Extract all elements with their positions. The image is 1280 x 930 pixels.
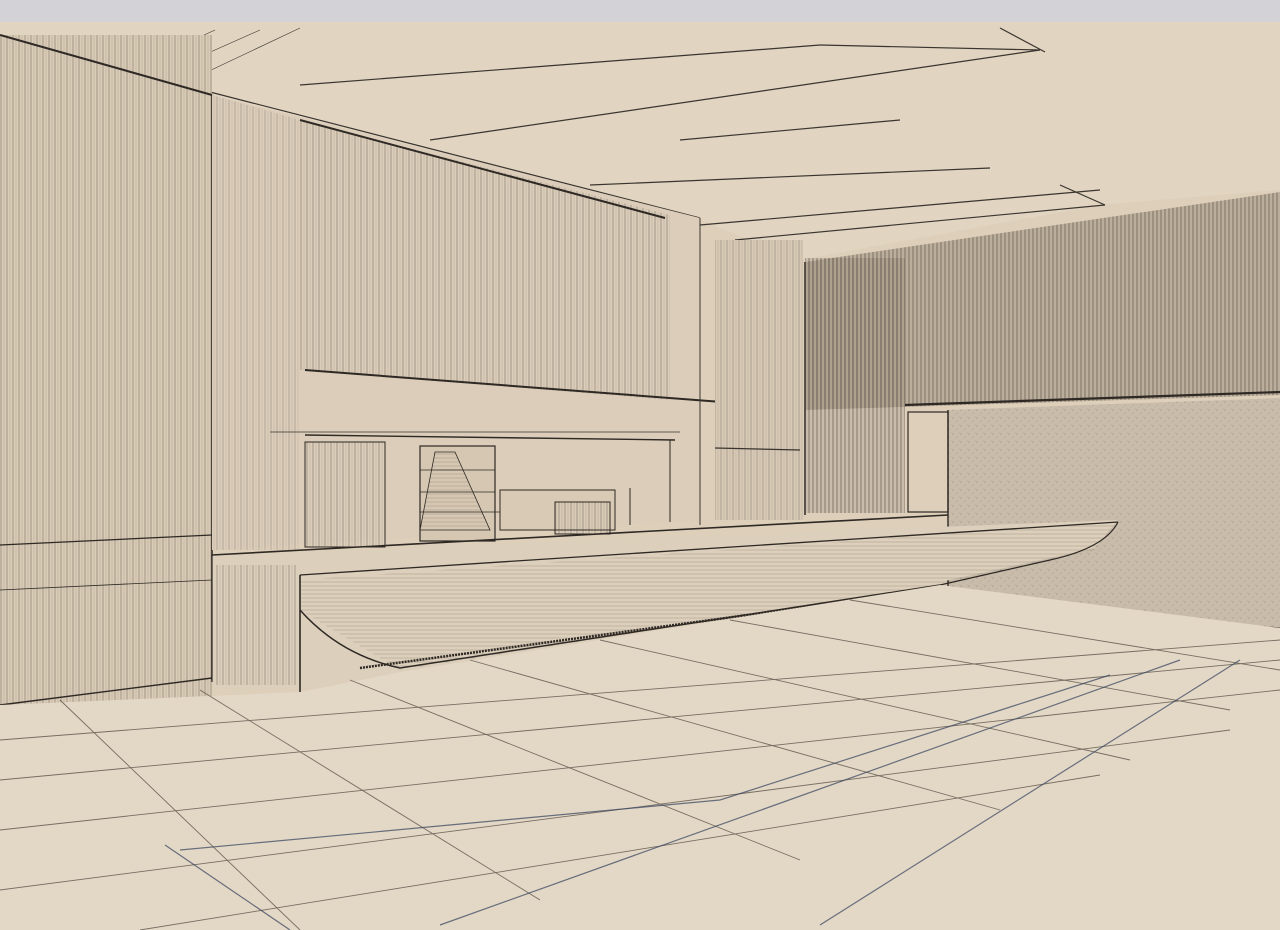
- middle-column: [714, 240, 803, 520]
- interior-sketch: [0, 22, 1280, 930]
- window-top-bar: [0, 0, 1280, 22]
- sketch-canvas: [0, 22, 1280, 930]
- left-wall-panel: [0, 34, 213, 706]
